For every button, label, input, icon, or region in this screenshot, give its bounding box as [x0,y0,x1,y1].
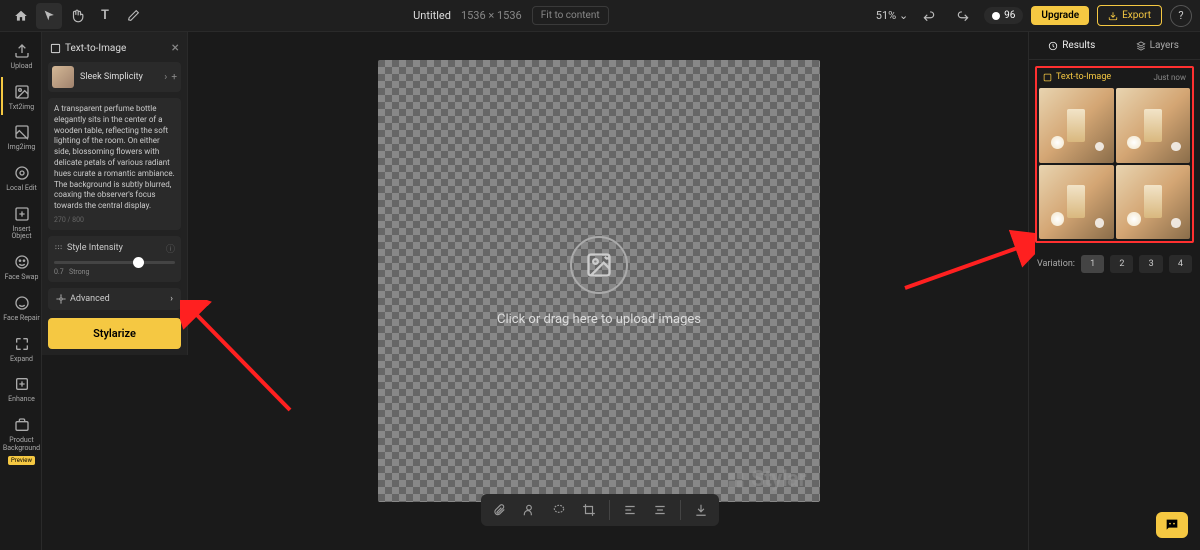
prompt-text: A transparent perfume bottle elegantly s… [54,104,175,212]
advanced-toggle[interactable]: Advanced › [48,288,181,310]
intensity-slider[interactable] [54,261,175,264]
home-icon[interactable] [8,3,34,29]
fit-to-content-button[interactable]: Fit to content [532,6,609,25]
style-intensity-control: Style Intensity ⓘ 0.7 Strong [48,236,181,282]
chevron-right-icon[interactable]: › [164,72,167,83]
style-selector[interactable]: Sleek Simplicity › + [48,62,181,92]
rail-face-repair[interactable]: Face Repair [1,288,41,327]
prompt-textarea[interactable]: A transparent perfume bottle elegantly s… [48,98,181,230]
align-left-icon[interactable] [620,500,640,520]
close-icon[interactable]: × [172,40,179,56]
result-title: Text-to-Image [1043,72,1111,82]
upgrade-button[interactable]: Upgrade [1031,6,1089,25]
annotation-arrow-1 [180,300,310,420]
variation-4[interactable]: 4 [1169,255,1192,273]
rail-face-swap[interactable]: Face Swap [1,247,41,286]
panel-title: Text-to-Image [50,43,126,54]
result-image-3[interactable] [1039,165,1114,240]
result-image-4[interactable] [1116,165,1191,240]
upload-image-icon [570,236,628,294]
pointer-tool-icon[interactable] [36,3,62,29]
variation-label: Variation: [1037,259,1075,269]
left-tool-rail: Upload Txt2img Img2img Local Edit Insert… [0,32,42,550]
zoom-level[interactable]: 51% ⌄ [876,9,908,22]
stylar-watermark: Stylar [725,467,806,492]
topbar: T Untitled 1536 × 1536 Fit to content 51… [0,0,1200,32]
canvas[interactable]: Click or drag here to upload images Styl… [378,60,820,502]
chevron-right-icon: › [170,294,173,304]
result-card: Text-to-Image Just now [1035,66,1194,243]
rail-upload[interactable]: Upload [1,36,41,75]
align-center-icon[interactable] [650,500,670,520]
person-icon[interactable] [519,500,539,520]
crop-icon[interactable] [579,500,599,520]
document-title[interactable]: Untitled [413,9,451,22]
undo-icon[interactable] [916,3,942,29]
redo-icon[interactable] [950,3,976,29]
rail-insert-object[interactable]: Insert Object [1,199,41,245]
result-timestamp: Just now [1153,73,1186,82]
brush-tool-icon[interactable] [120,3,146,29]
variation-3[interactable]: 3 [1139,255,1162,273]
intensity-label: Style Intensity [67,243,123,253]
bottom-toolbar [481,494,719,526]
rail-enhance[interactable]: Enhance [1,369,41,408]
result-image-1[interactable] [1039,88,1114,163]
txt2img-panel: Text-to-Image × Sleek Simplicity › + A t… [42,32,188,355]
char-counter: 270 / 800 [54,216,175,224]
right-panel: Results Layers Text-to-Image Just now Va… [1028,32,1200,550]
chat-icon[interactable] [1156,512,1188,538]
tab-layers[interactable]: Layers [1115,32,1200,59]
rail-img2img[interactable]: Img2img [1,117,41,156]
variation-1[interactable]: 1 [1081,255,1104,273]
export-button[interactable]: Export [1097,5,1162,26]
attach-icon[interactable] [489,500,509,520]
text-tool-icon[interactable]: T [92,3,118,29]
rail-local-edit[interactable]: Local Edit [1,158,41,197]
style-name-label: Sleek Simplicity [80,72,158,82]
help-icon[interactable]: ? [1170,5,1192,27]
download-icon[interactable] [691,500,711,520]
hand-tool-icon[interactable] [64,3,90,29]
add-style-icon[interactable]: + [171,72,177,83]
rail-product-background[interactable]: Product BackgroundPreview [1,410,41,469]
upload-hint-text: Click or drag here to upload images [497,312,701,327]
document-dimensions: 1536 × 1536 [461,9,522,22]
lasso-icon[interactable] [549,500,569,520]
variation-2[interactable]: 2 [1110,255,1133,273]
rail-expand[interactable]: Expand [1,329,41,368]
info-icon[interactable]: ⓘ [166,242,175,255]
stylarize-button[interactable]: Stylarize [48,318,181,349]
rail-txt2img[interactable]: Txt2img [1,77,41,116]
variation-controls: Variation: 1 2 3 4 [1029,249,1200,279]
style-thumbnail [52,66,74,88]
result-image-2[interactable] [1116,88,1191,163]
credits-badge[interactable]: 96 [984,7,1023,24]
tab-results[interactable]: Results [1029,32,1115,59]
annotation-arrow-2 [895,188,1035,298]
